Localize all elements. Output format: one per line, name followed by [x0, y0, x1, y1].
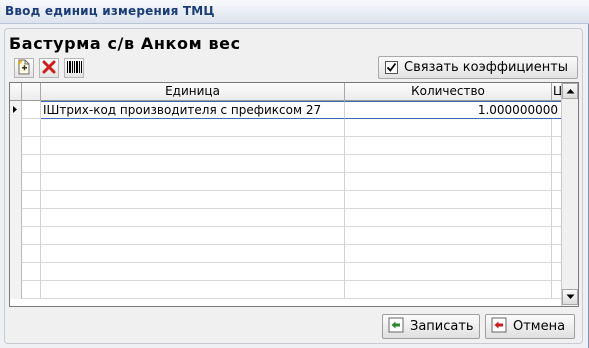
- row-blank-cell: [22, 173, 41, 191]
- row-blank-cell: [22, 101, 41, 119]
- quantity-cell: [345, 155, 552, 173]
- save-label: Записать: [410, 319, 474, 334]
- empty-row: [10, 119, 562, 137]
- barcode-icon: [66, 60, 82, 77]
- row-blank-cell: [22, 263, 41, 281]
- row-indicator: [10, 137, 22, 155]
- empty-row: [10, 155, 562, 173]
- empty-row: [10, 209, 562, 227]
- row-indicator: [10, 209, 22, 227]
- row-blank-cell: [22, 245, 41, 263]
- unit-cell: [41, 119, 345, 137]
- row-blank-cell: [22, 137, 41, 155]
- add-unit-button[interactable]: [14, 58, 34, 78]
- quantity-cell: [345, 191, 552, 209]
- unit-cell: [41, 245, 345, 263]
- column-header-quantity[interactable]: Количество: [345, 83, 552, 101]
- new-document-icon: [16, 59, 32, 78]
- empty-row: [10, 245, 562, 263]
- quantity-cell: [345, 263, 552, 281]
- product-name: Бастурма с/в Анком вес: [9, 34, 241, 53]
- quantity-cell: [345, 227, 552, 245]
- quantity-cell[interactable]: 1.000000000: [345, 101, 562, 119]
- dialog-window: Ввод единиц измерения ТМЦ Бастурма с/в А…: [0, 0, 589, 348]
- current-row-arrow-icon: [13, 106, 17, 113]
- empty-row: [10, 191, 562, 209]
- link-coefficients-label: Связать коэффициенты: [404, 60, 569, 75]
- unit-cell[interactable]: IШтрих-код производителя с префиксом 27: [41, 101, 345, 119]
- cancel-button[interactable]: Отмена: [485, 314, 575, 339]
- unit-cell: [41, 263, 345, 281]
- empty-row: [10, 263, 562, 281]
- unit-cell: [41, 191, 345, 209]
- quantity-cell: [345, 209, 552, 227]
- grid-header: Единица Количество Ц: [10, 83, 562, 101]
- row-indicator: [10, 245, 22, 263]
- window-title: Ввод единиц измерения ТМЦ: [5, 4, 215, 18]
- empty-row: [10, 227, 562, 245]
- header-indicator-cell: [10, 83, 22, 101]
- quantity-cell: [345, 281, 552, 299]
- title-bar[interactable]: Ввод единиц измерения ТМЦ: [0, 0, 589, 24]
- unit-cell: [41, 281, 345, 299]
- quantity-cell: [345, 245, 552, 263]
- quantity-cell: [345, 173, 552, 191]
- unit-cell: [41, 137, 345, 155]
- row-blank-cell: [22, 119, 41, 137]
- scroll-down-button[interactable]: [562, 289, 578, 305]
- row-indicator: [10, 101, 22, 119]
- delete-unit-button[interactable]: [39, 58, 59, 78]
- barcode-button[interactable]: [64, 58, 84, 78]
- unit-cell: [41, 155, 345, 173]
- quantity-cell: [345, 119, 552, 137]
- save-button[interactable]: Записать: [382, 314, 480, 339]
- row-blank-cell: [22, 191, 41, 209]
- empty-row: [10, 173, 562, 191]
- row-indicator: [10, 227, 22, 245]
- row-blank-cell: [22, 155, 41, 173]
- empty-row: [10, 137, 562, 155]
- row-blank-cell: [22, 281, 41, 299]
- row-indicator: [10, 263, 22, 281]
- quantity-cell: [345, 137, 552, 155]
- row-indicator: [10, 281, 22, 299]
- cancel-icon: [491, 317, 507, 337]
- cancel-label: Отмена: [513, 319, 566, 334]
- link-coefficients-checkbox[interactable]: [385, 61, 398, 74]
- link-coefficients-button[interactable]: Связать коэффициенты: [378, 56, 578, 79]
- unit-cell: [41, 173, 345, 191]
- row-blank-cell: [22, 209, 41, 227]
- row-indicator: [10, 191, 22, 209]
- red-x-icon: [42, 60, 56, 77]
- header-blank-cell: [22, 83, 41, 101]
- row-indicator: [10, 119, 22, 137]
- unit-cell: [41, 227, 345, 245]
- vertical-scrollbar[interactable]: [561, 83, 578, 306]
- empty-row: [10, 281, 562, 299]
- units-grid[interactable]: Единица Количество Ц IШтрих-код производ…: [9, 82, 579, 307]
- table-row[interactable]: IШтрих-код производителя с префиксом 27 …: [10, 101, 562, 119]
- row-indicator: [10, 155, 22, 173]
- row-blank-cell: [22, 227, 41, 245]
- save-icon: [388, 317, 404, 337]
- scroll-up-button[interactable]: [562, 83, 578, 99]
- column-header-unit[interactable]: Единица: [41, 83, 345, 101]
- arrow-down-icon: [566, 294, 574, 299]
- arrow-up-icon: [566, 89, 574, 94]
- row-indicator: [10, 173, 22, 191]
- unit-cell: [41, 209, 345, 227]
